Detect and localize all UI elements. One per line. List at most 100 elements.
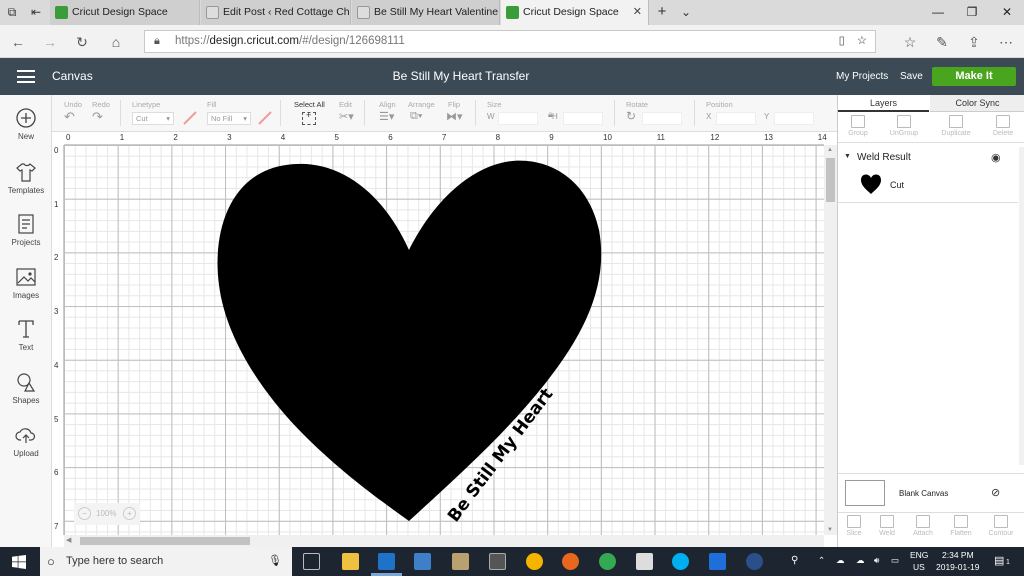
windows-start-icon[interactable] xyxy=(12,555,26,569)
more-icon[interactable]: ⋯ xyxy=(996,32,1016,52)
sidebar-item-new[interactable]: New xyxy=(0,107,52,141)
eye-icon[interactable]: ◉ xyxy=(991,151,1001,164)
scroll-up-icon[interactable]: ▲ xyxy=(827,147,833,153)
save-link[interactable]: Save xyxy=(900,58,923,95)
onedrive-icon[interactable]: ☁ xyxy=(836,555,845,566)
slice-button[interactable]: Slice xyxy=(836,515,872,537)
action-center-icon[interactable]: ▤ xyxy=(994,554,1004,567)
undo-icon[interactable]: ↶ xyxy=(64,109,75,125)
canvas-swatch[interactable] xyxy=(845,480,885,506)
language-indicator[interactable]: ENG xyxy=(910,550,928,560)
set-aside-tabs-icon[interactable]: ⇤ xyxy=(28,4,44,20)
collapse-caret-icon[interactable]: ▼ xyxy=(844,153,851,160)
reading-view-icon[interactable]: ▯ xyxy=(839,31,845,52)
calculator-icon[interactable] xyxy=(489,553,506,570)
ungroup-button[interactable]: UnGroup xyxy=(886,115,922,137)
minimize-icon[interactable]: — xyxy=(921,0,955,25)
blank-canvas-row[interactable]: Blank Canvas ⊘ xyxy=(838,473,1024,513)
linetype-select[interactable]: Cut ▾ xyxy=(132,112,174,125)
close-window-icon[interactable]: ✕ xyxy=(990,0,1024,25)
rotate-icon[interactable]: ↻ xyxy=(626,109,636,123)
store-icon[interactable] xyxy=(414,553,431,570)
chrome-like-icon[interactable] xyxy=(526,553,543,570)
microphone-icon[interactable]: 🎙︎ xyxy=(268,547,282,576)
task-view-icon[interactable] xyxy=(303,553,320,570)
layer-group-row[interactable]: ▼ Weld Result ◉ Cut xyxy=(838,147,1018,203)
flatten-button[interactable]: Flatten xyxy=(943,515,979,537)
url-field[interactable]: 🔒︎ https://design.cricut.com/#/design/12… xyxy=(144,30,876,53)
tab-layers[interactable]: Layers xyxy=(838,95,929,112)
make-it-button[interactable]: Make It xyxy=(932,67,1016,86)
size-width-input[interactable] xyxy=(498,112,538,125)
mail-icon[interactable] xyxy=(636,553,653,570)
people-icon[interactable]: ⚲ xyxy=(791,555,798,566)
skype-icon[interactable] xyxy=(672,553,689,570)
sidebar-item-templates[interactable]: Templates xyxy=(0,161,52,195)
battery-icon[interactable]: ▭ xyxy=(891,555,899,566)
edge-browser-icon[interactable] xyxy=(378,553,395,570)
share-icon[interactable]: ⇪ xyxy=(964,32,984,52)
file-explorer-icon[interactable] xyxy=(342,553,359,570)
cricut-app-icon[interactable] xyxy=(746,553,763,570)
sidebar-item-text[interactable]: Text xyxy=(0,318,52,352)
clock-time[interactable]: 2:34 PM xyxy=(942,550,974,560)
horizontal-scroll-thumb[interactable] xyxy=(80,537,250,545)
flip-icon[interactable]: ⧓▾ xyxy=(446,110,463,123)
chevron-down-icon[interactable]: ⌄ xyxy=(678,4,694,20)
size-height-input[interactable] xyxy=(563,112,603,125)
restore-icon[interactable]: ❐ xyxy=(955,0,989,25)
scroll-left-icon[interactable]: ◀ xyxy=(66,536,71,544)
home-icon[interactable]: ⌂ xyxy=(106,32,126,52)
tab-actions-icon[interactable]: ⧉ xyxy=(4,4,20,20)
position-x-input[interactable] xyxy=(716,112,756,125)
browser-tab-3[interactable]: Be Still My Heart Valentine T xyxy=(352,0,500,25)
vertical-scroll-thumb[interactable] xyxy=(826,158,835,202)
tab-color-sync[interactable]: Color Sync xyxy=(930,95,1024,112)
heart-shape[interactable] xyxy=(217,160,602,521)
position-y-input[interactable] xyxy=(774,112,814,125)
firefox-icon[interactable] xyxy=(562,553,579,570)
group-button[interactable]: Group xyxy=(840,115,876,137)
close-tab-icon[interactable]: ✕ xyxy=(633,0,642,25)
select-all-icon[interactable]: + xyxy=(302,110,316,125)
zoom-out-icon[interactable]: − xyxy=(78,507,91,520)
fill-color-swatch[interactable] xyxy=(258,111,272,125)
eye-hidden-icon[interactable]: ⊘ xyxy=(991,486,1000,499)
attach-button[interactable]: Attach xyxy=(905,515,941,537)
my-projects-link[interactable]: My Projects xyxy=(836,58,888,95)
redo-icon[interactable]: ↷ xyxy=(92,109,103,125)
browser-tab-1[interactable]: Cricut Design Space xyxy=(50,0,200,25)
align-icon[interactable]: ☰▾ xyxy=(379,110,394,123)
tray-chevron-icon[interactable]: ⌃ xyxy=(818,555,825,566)
taskbar-search-input[interactable]: ○ Type here to search 🎙︎ xyxy=(40,547,292,576)
scroll-down-icon[interactable]: ▼ xyxy=(827,527,833,533)
vertical-scrollbar[interactable] xyxy=(824,145,837,535)
forward-icon[interactable]: → xyxy=(40,32,60,52)
volume-icon[interactable]: 🔊︎ xyxy=(874,555,879,566)
network-icon[interactable]: ☁ xyxy=(856,555,865,566)
app-icon[interactable] xyxy=(709,553,726,570)
photos-app-icon[interactable] xyxy=(452,553,469,570)
weld-button[interactable]: Weld xyxy=(869,515,905,537)
sidebar-item-images[interactable]: Images xyxy=(0,266,52,300)
sidebar-item-shapes[interactable]: Shapes xyxy=(0,371,52,405)
edit-scissors-icon[interactable]: ✂▾ xyxy=(339,110,354,123)
fill-select[interactable]: No Fill ▾ xyxy=(207,112,251,125)
linetype-color-swatch[interactable] xyxy=(183,111,197,125)
favorite-star-icon[interactable]: ☆ xyxy=(857,31,867,52)
zoom-in-icon[interactable]: + xyxy=(123,507,136,520)
pen-notes-icon[interactable]: ✎ xyxy=(932,32,952,52)
heart-design[interactable]: Be Still My Heart xyxy=(64,145,824,535)
contour-button[interactable]: Contour xyxy=(983,515,1019,537)
rotate-input[interactable] xyxy=(642,112,682,125)
layers-scrollbar[interactable] xyxy=(1019,147,1024,465)
arrange-icon[interactable]: ⧉▾ xyxy=(410,110,422,123)
sidebar-item-projects[interactable]: Projects xyxy=(0,213,52,247)
back-icon[interactable]: ← xyxy=(8,32,28,52)
duplicate-button[interactable]: Duplicate xyxy=(938,115,974,137)
delete-button[interactable]: Delete xyxy=(985,115,1021,137)
sidebar-item-upload[interactable]: Upload xyxy=(0,424,52,458)
favorites-hub-icon[interactable]: ☆ xyxy=(900,32,920,52)
browser-tab-2[interactable]: Edit Post ‹ Red Cottage Chr xyxy=(201,0,351,25)
refresh-icon[interactable]: ↻ xyxy=(72,32,92,52)
